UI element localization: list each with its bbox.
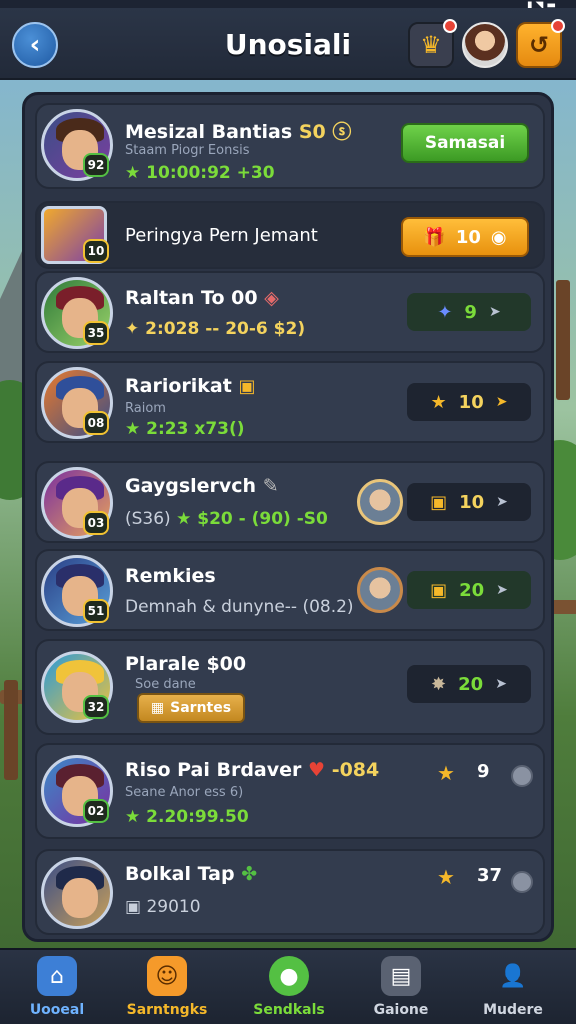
- star-icon: ★: [437, 865, 455, 889]
- companion-avatar[interactable]: [357, 479, 403, 525]
- star-icon: ★: [430, 391, 447, 413]
- reward-box[interactable]: ✸ 20 ➤: [407, 665, 531, 703]
- status-bar: ▮ ◥ ▬: [0, 0, 576, 11]
- crown-button[interactable]: ♛: [408, 19, 457, 68]
- hero-name: Gaygslervch ✎: [125, 475, 279, 497]
- list-item[interactable]: 03 Gaygslervch ✎ (S36) ★ $20 - (90) -S0 …: [35, 461, 545, 543]
- list-item[interactable]: 92 Mesizal Bantias S0 ⓢ Staam Piogr Eons…: [35, 103, 545, 189]
- side-value: 37: [477, 865, 503, 886]
- notification-dot: [551, 19, 565, 33]
- level-badge: 32: [83, 695, 109, 719]
- list-item[interactable]: 10 Peringya Pern Jemant 🎁 10 ◉: [35, 201, 545, 269]
- cards-icon: ▤: [381, 956, 421, 996]
- crate-icon: ▦: [150, 700, 165, 716]
- list-item[interactable]: 35 Raltan To 00 ◈ ✦ 2:028 -- 20-6 $2) ✦ …: [35, 271, 545, 353]
- chevron-right-icon: ➤: [495, 394, 508, 410]
- name-tag: S0 ⓢ: [298, 121, 352, 143]
- reward-box[interactable]: ▣ 10 ➤: [407, 483, 531, 521]
- level-badge: 08: [83, 411, 109, 435]
- reward-box[interactable]: ▣ 20 ➤: [407, 571, 531, 609]
- companion-avatar[interactable]: [357, 567, 403, 613]
- hero-subtitle: Staam Piogr Eonsis: [125, 143, 250, 158]
- home-icon: ⌂: [37, 956, 77, 996]
- gem-icon: ✦: [437, 301, 453, 323]
- hero-name: Raltan To 00 ◈: [125, 287, 279, 309]
- chest-icon: ▣: [238, 376, 256, 397]
- hero-name: Plarale $00: [125, 653, 247, 675]
- quest-button[interactable]: ↺: [516, 19, 565, 68]
- list-item[interactable]: 02 Riso Pai Brdaver ♥ -084 Seane Anor es…: [35, 743, 545, 839]
- top-header: ‹ Unosiali ♛ ↺: [0, 8, 576, 80]
- level-badge: 35: [83, 321, 109, 345]
- hero-name: Mesizal Bantias S0 ⓢ: [125, 121, 352, 143]
- hero-stat: ★ 10:00:92 +30: [125, 163, 275, 183]
- nav-chat[interactable]: ☺ Sarntngks: [112, 956, 222, 1018]
- hero-stat: ★ 2:23 x73(): [125, 419, 245, 439]
- hero-stat: Demnah & dunyne-- (08.2): [125, 597, 354, 617]
- gold-icon: ▣: [430, 579, 448, 601]
- hero-subtitle: Soe dane: [135, 677, 196, 692]
- chevron-right-icon: ➤: [488, 304, 501, 320]
- star-icon: ★: [437, 761, 455, 785]
- nav-world[interactable]: ● Sendkals: [234, 956, 344, 1018]
- level-badge: 10: [83, 239, 109, 263]
- list-item[interactable]: 08 Rariorikat ▣ Raiom ★ 2:23 x73() ★ 10 …: [35, 361, 545, 443]
- list-item[interactable]: 51 Remkies Demnah & dunyne-- (08.2) ▣ 20…: [35, 549, 545, 631]
- profile-avatar[interactable]: [462, 22, 508, 68]
- gold-icon: ▣: [430, 491, 448, 513]
- hero-list-panel: 92 Mesizal Bantias S0 ⓢ Staam Piogr Eons…: [22, 92, 554, 942]
- hero-subtitle: Raiom: [125, 401, 166, 416]
- hero-name: Rariorikat ▣: [125, 375, 256, 397]
- heart-icon: ♥: [308, 759, 326, 781]
- summon-button[interactable]: Samasai: [401, 123, 529, 163]
- reward-box[interactable]: ✦ 9 ➤: [407, 293, 531, 331]
- level-badge: 92: [83, 153, 109, 177]
- chat-icon: ☺: [147, 956, 187, 996]
- feather-icon: ✎: [262, 475, 279, 497]
- nav-cards[interactable]: ▤ Gaione: [346, 956, 456, 1018]
- bottom-navigation: ⌂ Uooeal ☺ Sarntngks ● Sendkals ▤ Gaione…: [0, 948, 576, 1024]
- hero-stat: (S36) ★ $20 - (90) -S0: [125, 509, 328, 529]
- banner-text: Peringya Pern Jemant: [125, 225, 318, 246]
- hero-avatar: [41, 857, 113, 929]
- notification-dot: [443, 19, 457, 33]
- chevron-right-icon: ➤: [496, 582, 508, 598]
- profile-icon: 👤: [499, 963, 527, 989]
- list-item[interactable]: 32 Plarale $00 Soe dane ▦ Sarntes ✸ 20 ➤: [35, 639, 545, 735]
- quest-icon: ↺: [528, 31, 550, 59]
- list-item[interactable]: Bolkal Tap ✤ ▣ 29010 ★ 37: [35, 849, 545, 935]
- fence-post: [4, 680, 18, 780]
- chevron-right-icon: ➤: [496, 494, 508, 510]
- nav-home[interactable]: ⌂ Uooeal: [2, 956, 112, 1018]
- chevron-right-icon: ➤: [495, 676, 507, 692]
- sarntes-button[interactable]: ▦ Sarntes: [137, 693, 245, 723]
- nav-profile[interactable]: 👤 Mudere: [458, 956, 568, 1019]
- badge-icon: ◈: [264, 287, 279, 309]
- hero-stat: ★ 2.20:99.50: [125, 807, 249, 827]
- gift-icon: 🎁: [423, 226, 446, 248]
- info-button[interactable]: [511, 765, 533, 787]
- hero-stat: ▣ 29010: [125, 897, 201, 917]
- ore-icon: ✸: [431, 673, 447, 695]
- crown-icon: ♛: [420, 31, 442, 59]
- side-value: 9: [477, 761, 490, 782]
- hero-name: Bolkal Tap ✤: [125, 863, 258, 885]
- hero-stat: ✦ 2:028 -- 20-6 $2): [125, 319, 306, 339]
- coin-icon: ◉: [490, 226, 507, 248]
- hero-name: Remkies: [125, 565, 216, 587]
- level-badge: 02: [83, 799, 109, 823]
- info-button[interactable]: [511, 871, 533, 893]
- claim-button[interactable]: 🎁 10 ◉: [401, 217, 529, 257]
- globe-icon: ●: [269, 956, 309, 996]
- hero-subtitle: Seane Anor ess 6): [125, 785, 244, 800]
- clover-icon: ✤: [241, 863, 258, 885]
- level-badge: 03: [83, 511, 109, 535]
- hero-name: Riso Pai Brdaver ♥ -084: [125, 759, 380, 781]
- level-badge: 51: [83, 599, 109, 623]
- fence-post: [556, 280, 570, 400]
- reward-box[interactable]: ★ 10 ➤: [407, 383, 531, 421]
